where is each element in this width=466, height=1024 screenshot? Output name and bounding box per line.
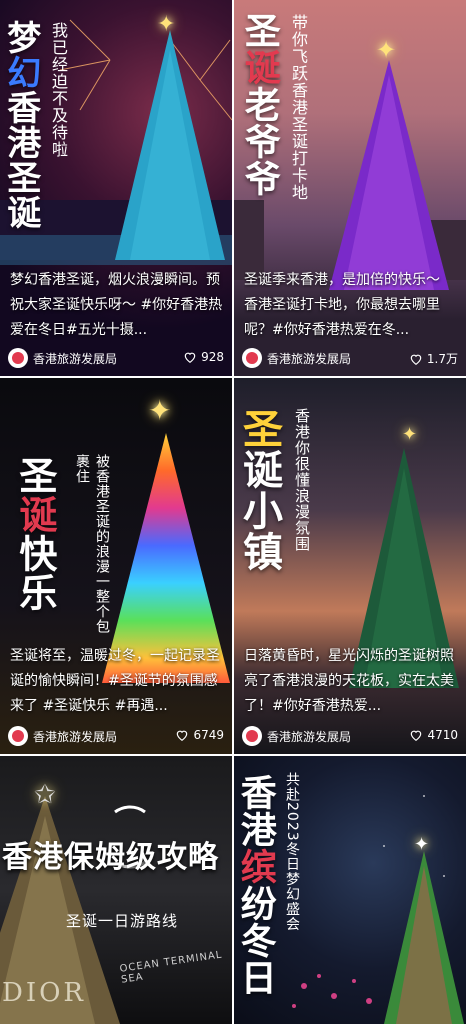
like-count: 6749: [193, 728, 224, 742]
like-count: 4710: [427, 728, 458, 742]
feed-card-3[interactable]: ✦ 圣诞快乐 被香港圣诞的浪漫一整个包裹住 圣诞将至，温暖过冬，一起记录圣诞的愉…: [0, 378, 232, 754]
card-caption: 梦幻香港圣诞，烟火浪漫瞬间。预祝大家圣诞快乐呀～ #你好香港热爱在冬日#五光十摄…: [10, 272, 223, 338]
christmas-tree-graphic: [115, 30, 225, 260]
heart-icon: [411, 730, 422, 741]
card-subtitle: 我已经迫不及待啦: [49, 22, 68, 158]
like-count: 1.7万: [426, 352, 458, 366]
star-icon: ✩: [34, 780, 56, 810]
card-caption: 圣诞季来香港，是加倍的快乐～ 香港圣诞打卡地，你最想去哪里呢？#你好香港热爱在冬…: [244, 272, 440, 338]
avatar: [242, 726, 262, 746]
card-title: 圣诞快乐: [12, 456, 57, 612]
author-name: 香港旅游发展局: [33, 351, 118, 366]
feed-card-2[interactable]: ✦ 圣诞老爷爷 带你飞跃香港圣诞打卡地 圣诞季来香港，是加倍的快乐～ 香港圣诞打…: [234, 0, 466, 376]
author[interactable]: 香港旅游发展局: [242, 726, 351, 746]
card-title: 梦幻香港圣诞: [0, 20, 41, 230]
feed-card-5[interactable]: ✩ 香港保姆级攻略 圣诞一日游路线 DIOR OCEAN TERMINAL SE…: [0, 756, 232, 1024]
star-icon: ✦: [402, 424, 418, 445]
star-icon: ✦: [414, 834, 430, 855]
author-name: 香港旅游发展局: [267, 351, 352, 366]
card-subtitle: 共赴2023冬日梦幻盛会: [284, 772, 300, 932]
author[interactable]: 香港旅游发展局: [8, 348, 117, 368]
feed-card-6[interactable]: ✦ 香港缤纷冬日 共赴2023冬日梦幻盛会: [234, 756, 466, 1024]
author-name: 香港旅游发展局: [267, 729, 352, 744]
card-title: 圣诞小镇: [236, 408, 282, 572]
heart-icon: [410, 354, 422, 365]
card-subtitle: 带你飞跃香港圣诞打卡地: [289, 14, 308, 201]
author-name: 香港旅游发展局: [33, 729, 118, 744]
card-subtitle: 香港你很懂浪漫氛围: [293, 408, 311, 552]
card-subtitle: 被香港圣诞的浪漫一整个包裹住: [74, 454, 110, 634]
card-caption: 日落黄昏时，星光闪烁的圣诞树照亮了香港浪漫的天花板，实在太美了！#你好香港热爱.…: [244, 648, 454, 714]
like-button[interactable]: 928: [183, 350, 224, 364]
like-button[interactable]: 6749: [175, 728, 224, 742]
author[interactable]: 香港旅游发展局: [242, 348, 351, 368]
card-title: 香港保姆级攻略: [2, 840, 219, 875]
card-title: 香港缤纷冬日: [234, 774, 276, 996]
author[interactable]: 香港旅游发展局: [8, 726, 117, 746]
avatar: [8, 348, 28, 368]
like-count: 928: [201, 350, 224, 364]
card-subtitle: 圣诞一日游路线: [66, 912, 179, 930]
card-caption: 圣诞将至，温暖过冬，一起记录圣诞的愉快瞬间！#圣诞节的氛围感来了 #圣诞快乐 #…: [10, 648, 220, 714]
store-sign: DIOR: [2, 978, 87, 1008]
avatar: [242, 348, 262, 368]
heart-icon: [177, 730, 188, 741]
like-button[interactable]: 1.7万: [409, 350, 458, 367]
star-icon: ✦: [157, 12, 176, 37]
christmas-tree-graphic: [384, 851, 464, 1024]
star-icon: ✦: [148, 394, 172, 427]
star-icon: ✦: [376, 36, 397, 64]
feed-card-4[interactable]: ✦ 圣诞小镇 香港你很懂浪漫氛围 日落黄昏时，星光闪烁的圣诞树照亮了香港浪漫的天…: [234, 378, 466, 754]
avatar: [8, 726, 28, 746]
heart-icon: [184, 352, 196, 363]
like-button[interactable]: 4710: [409, 728, 458, 742]
feed-card-1[interactable]: ✦ 梦幻香港圣诞 我已经迫不及待啦 梦幻香港圣诞，烟火浪漫瞬间。预祝大家圣诞快乐…: [0, 0, 232, 376]
christmas-tree-graphic: [329, 60, 449, 290]
card-title: 圣诞老爷爷: [238, 12, 280, 197]
